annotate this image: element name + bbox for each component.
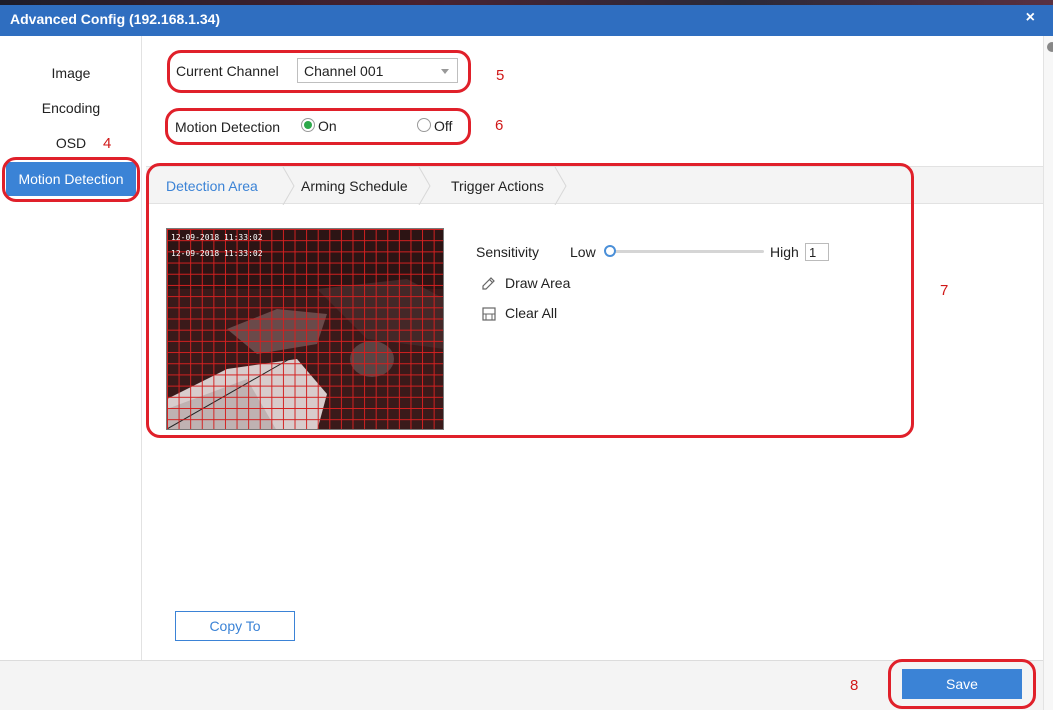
clear-all-label: Clear All bbox=[505, 305, 558, 321]
copy-to-button[interactable]: Copy To bbox=[175, 611, 295, 641]
tab-separator-icon bbox=[554, 167, 567, 205]
annotation-4: 4 bbox=[103, 135, 112, 152]
tab-separator-icon bbox=[418, 167, 431, 205]
draw-area-label: Draw Area bbox=[505, 275, 571, 291]
sensitivity-slider[interactable] bbox=[608, 250, 764, 253]
tab-trigger-actions[interactable]: Trigger Actions bbox=[451, 167, 544, 205]
detection-grid[interactable] bbox=[167, 229, 443, 429]
annotation-5: 5 bbox=[496, 67, 505, 84]
footer-bar bbox=[0, 660, 1043, 710]
motion-off-radio[interactable] bbox=[417, 118, 431, 132]
tab-detection-area[interactable]: Detection Area bbox=[166, 167, 258, 205]
clear-all-button[interactable]: Clear All bbox=[480, 305, 580, 323]
close-icon[interactable]: × bbox=[1026, 9, 1035, 27]
channel-select-value: Channel 001 bbox=[304, 63, 384, 79]
annotation-8: 8 bbox=[850, 677, 859, 694]
sidebar-item-encoding[interactable]: Encoding bbox=[0, 91, 142, 125]
background-window-edge bbox=[0, 0, 1053, 5]
sensitivity-value-input[interactable] bbox=[805, 243, 829, 261]
motion-on-radio[interactable] bbox=[301, 118, 315, 132]
tab-separator-icon bbox=[282, 167, 295, 205]
sidebar: Image Encoding OSD Motion Detection bbox=[0, 36, 142, 660]
annotation-7: 7 bbox=[940, 282, 949, 299]
tab-arming-schedule[interactable]: Arming Schedule bbox=[301, 167, 408, 205]
background-window-strip bbox=[1043, 36, 1053, 710]
sensitivity-slider-handle[interactable] bbox=[604, 245, 616, 257]
detection-area-preview[interactable]: 12-09-2018 11:33:02 12-09-2018 11:33:02 bbox=[166, 228, 444, 430]
current-channel-label: Current Channel bbox=[176, 63, 279, 79]
sensitivity-label: Sensitivity bbox=[476, 244, 540, 260]
annotation-6: 6 bbox=[495, 117, 504, 134]
title-bar: Advanced Config (192.168.1.34) × bbox=[0, 0, 1053, 36]
sensitivity-high-label: High bbox=[770, 244, 799, 260]
scroll-knob-icon bbox=[1047, 42, 1053, 52]
sidebar-item-osd[interactable]: OSD bbox=[0, 126, 142, 160]
channel-select[interactable]: Channel 001 bbox=[297, 58, 458, 83]
osd-timestamp: 12-09-2018 11:33:02 bbox=[171, 233, 263, 242]
motion-detection-label: Motion Detection bbox=[175, 119, 281, 135]
motion-off-label: Off bbox=[434, 118, 453, 134]
window-title: Advanced Config (192.168.1.34) bbox=[10, 11, 221, 27]
sidebar-item-motion-detection[interactable]: Motion Detection bbox=[6, 162, 136, 196]
sidebar-item-image[interactable]: Image bbox=[0, 56, 142, 90]
sensitivity-low-label: Low bbox=[570, 244, 596, 260]
eraser-icon bbox=[482, 307, 496, 321]
draw-area-button[interactable]: Draw Area bbox=[480, 275, 580, 293]
pencil-icon bbox=[482, 277, 495, 290]
chevron-down-icon bbox=[441, 69, 449, 74]
osd-timestamp-2: 12-09-2018 11:33:02 bbox=[171, 249, 263, 258]
save-button[interactable]: Save bbox=[902, 669, 1022, 699]
motion-on-label: On bbox=[318, 118, 337, 134]
tab-bar: Detection Area Arming Schedule Trigger A… bbox=[146, 166, 1043, 205]
